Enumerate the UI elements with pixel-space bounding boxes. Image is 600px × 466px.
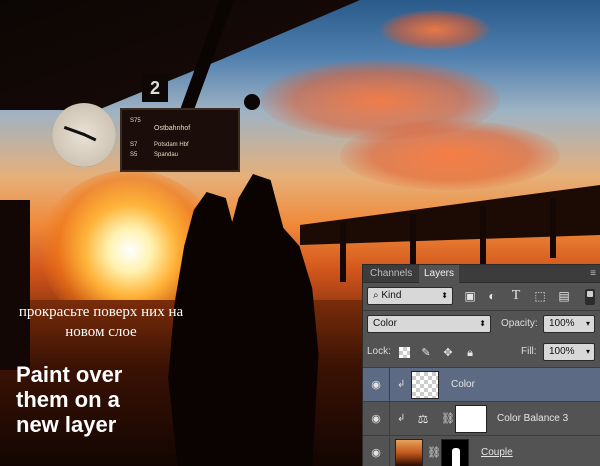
- clipping-arrow-icon: ↲: [397, 379, 406, 390]
- layer-name[interactable]: Color Balance 3: [497, 413, 568, 424]
- visibility-eye-icon[interactable]: ◉: [369, 378, 383, 392]
- platform-lamp: [244, 94, 260, 110]
- layer-name[interactable]: Color: [451, 379, 475, 390]
- type-filter-icon[interactable]: T: [509, 289, 523, 303]
- board-line: Spandau: [154, 152, 179, 158]
- clipping-arrow-icon: ↲: [397, 413, 406, 424]
- layer-row-color-balance[interactable]: ◉ ↲ ⚖ ⛓ Color Balance 3: [363, 401, 600, 436]
- sunset-cloud: [340, 120, 560, 190]
- filter-toggle[interactable]: [585, 289, 595, 305]
- opacity-input[interactable]: 100% ▾: [543, 315, 595, 333]
- chevron-down-icon: ▾: [585, 319, 590, 328]
- lock-label: Lock:: [367, 346, 391, 357]
- adjustment-filter-icon[interactable]: ◐: [485, 289, 499, 303]
- blend-mode-select[interactable]: Color ⬍: [367, 315, 491, 333]
- lock-move-icon[interactable]: ✥: [441, 346, 455, 360]
- caption-english: Paint over them on a new layer: [16, 362, 123, 437]
- board-line: Potsdam Hbf: [154, 142, 189, 148]
- lock-transparent-icon[interactable]: [399, 347, 410, 358]
- opacity-label: Opacity:: [501, 318, 538, 329]
- eye-column-divider: [389, 368, 390, 402]
- chevron-down-icon: ⬍: [441, 291, 448, 300]
- eye-column-divider: [389, 402, 390, 436]
- layer-name[interactable]: Couple: [481, 447, 513, 458]
- lock-all-icon[interactable]: 🔒︎: [463, 346, 477, 360]
- chain-link-icon[interactable]: ⛓: [441, 412, 455, 425]
- departure-board: S75 Ostbahnhof S7 Potsdam Hbf S5 Spandau: [120, 108, 240, 172]
- filter-kind-select[interactable]: ⌕ Kind ⬍: [367, 287, 453, 305]
- board-line: S5: [130, 152, 138, 158]
- eye-column-divider: [389, 436, 390, 466]
- fill-input[interactable]: 100% ▾: [543, 343, 595, 361]
- layer-row-color[interactable]: ◉ ↲ Color: [363, 367, 600, 402]
- board-line: S7: [130, 142, 138, 148]
- caption-russian: прокрасьте поверх них на новом слое: [18, 304, 184, 340]
- clock-minute-hand: [63, 125, 86, 137]
- chain-link-icon[interactable]: ⛓: [427, 446, 441, 459]
- shape-filter-icon[interactable]: ⬚: [533, 289, 547, 303]
- lock-paint-icon[interactable]: ✎: [419, 346, 433, 360]
- lock-row: Lock: ✎ ✥ 🔒︎ Fill: 100% ▾: [363, 341, 600, 365]
- image-filter-icon[interactable]: ▣: [463, 289, 477, 303]
- visibility-eye-icon[interactable]: ◉: [369, 446, 383, 460]
- layer-mask-thumbnail[interactable]: [455, 405, 487, 433]
- balance-scale-icon[interactable]: ⚖: [415, 411, 431, 427]
- smart-object-filter-icon[interactable]: ▤: [557, 289, 571, 303]
- platform-number-sign: 2: [142, 74, 168, 102]
- panel-menu-icon[interactable]: ≡: [590, 265, 596, 283]
- tab-channels[interactable]: Channels: [365, 265, 417, 283]
- roof-beam: [0, 200, 30, 370]
- panel-divider: [363, 310, 600, 311]
- layer-thumbnail[interactable]: [411, 371, 439, 399]
- layer-row-couple[interactable]: ◉ ⛓ Couple: [363, 435, 600, 466]
- sunset-cloud: [380, 10, 490, 50]
- fill-value: 100%: [549, 346, 575, 357]
- opacity-value: 100%: [549, 318, 575, 329]
- board-line: Ostbahnhof: [154, 125, 191, 132]
- canopy-pillar: [340, 222, 346, 282]
- chevron-down-icon: ▾: [585, 347, 590, 356]
- panel-tab-bar: Channels Layers ≡: [363, 265, 600, 283]
- blend-mode-value: Color: [373, 318, 397, 329]
- layer-mask-thumbnail[interactable]: [441, 439, 469, 466]
- tab-layers[interactable]: Layers: [419, 265, 460, 283]
- station-clock: [52, 103, 116, 167]
- visibility-eye-icon[interactable]: ◉: [369, 412, 383, 426]
- layer-thumbnail[interactable]: [395, 439, 423, 466]
- filter-kind-value: Kind: [381, 290, 402, 301]
- fill-label: Fill:: [521, 346, 537, 357]
- blend-row: Color ⬍ Opacity: 100% ▾: [363, 313, 600, 337]
- board-line: S75: [130, 118, 141, 124]
- canopy-pillar: [550, 198, 556, 258]
- layer-filter-row: ⌕ Kind ⬍ ▣ ◐ T ⬚ ▤: [363, 285, 600, 309]
- layers-panel: Channels Layers ≡ ⌕ Kind ⬍ ▣ ◐ T ⬚ ▤ Col…: [362, 264, 600, 466]
- chevron-down-icon: ⬍: [479, 319, 486, 328]
- canopy-pillar: [480, 206, 486, 266]
